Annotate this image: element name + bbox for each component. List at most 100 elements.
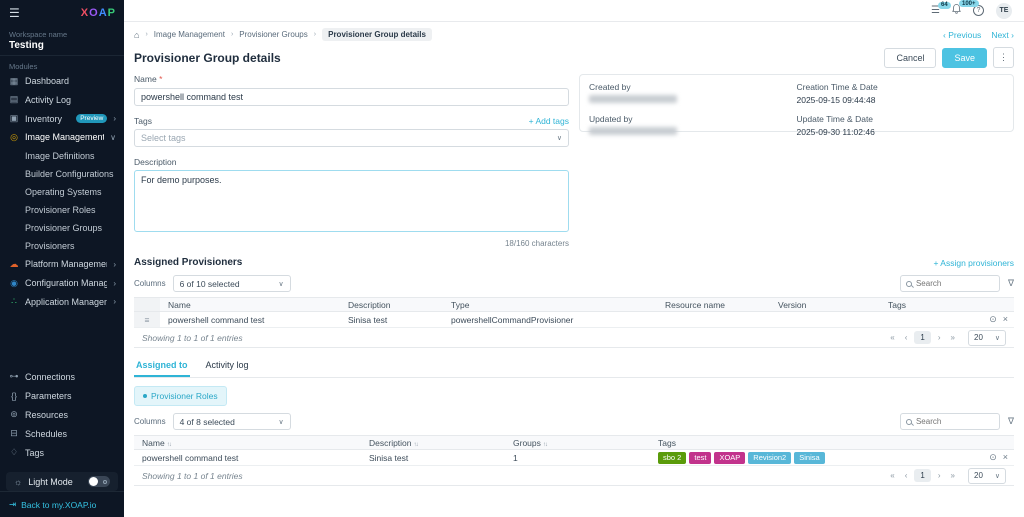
column-header-description[interactable]: Description↑↓: [361, 438, 505, 448]
sidebar-item-platform-management[interactable]: ☁ Platform Management ›: [0, 255, 124, 274]
queue-icon[interactable]: ☰64: [931, 6, 940, 16]
more-options-button[interactable]: ⋮: [993, 47, 1014, 68]
cell-tags: sbo 2 test XOAP Revision2 Sinisa: [650, 452, 989, 464]
prev-page-button[interactable]: ‹: [902, 332, 911, 343]
inventory-icon: ▣: [9, 113, 19, 124]
sidebar-item-builder-configurations[interactable]: Builder Configurations: [0, 165, 124, 183]
sidebar-item-provisioner-groups[interactable]: Provisioner Groups: [0, 219, 124, 237]
view-icon[interactable]: ⊙: [989, 452, 997, 463]
last-page-button[interactable]: »: [948, 332, 958, 343]
filter-icon[interactable]: ∇: [1008, 278, 1014, 289]
sidebar-item-schedules[interactable]: ⊟ Schedules: [0, 424, 124, 443]
provisioner-roles-chip[interactable]: Provisioner Roles: [134, 386, 227, 406]
description-field[interactable]: For demo purposes.: [134, 170, 569, 232]
columns-select[interactable]: 6 of 10 selected ∨: [173, 275, 291, 292]
sidebar-item-image-management[interactable]: ◎ Image Management ∨: [0, 128, 124, 147]
sidebar-tools-group: ⊶ Connections {} Parameters ⊚ Resources …: [0, 367, 124, 462]
sidebar-item-configuration-management[interactable]: ◉ Configuration Management ›: [0, 274, 124, 293]
tag-pill: Revision2: [748, 452, 791, 464]
add-tags-link[interactable]: + Add tags: [529, 116, 569, 126]
previous-link[interactable]: ‹ Previous: [943, 30, 981, 40]
search-input[interactable]: [916, 279, 986, 288]
cell-description: Sinisa test: [361, 453, 505, 463]
drag-handle[interactable]: ≡: [134, 312, 160, 327]
created-by-value-redacted: [589, 95, 677, 103]
sun-icon: ☼: [14, 477, 22, 487]
sidebar-item-connections[interactable]: ⊶ Connections: [0, 367, 124, 386]
column-header-name[interactable]: Name↑↓: [134, 438, 361, 448]
update-time-value: 2025-09-30 11:02:46: [797, 127, 1005, 137]
assign-provisioners-link[interactable]: + Assign provisioners: [933, 258, 1014, 268]
tag-pill: sbo 2: [658, 452, 686, 464]
table-row[interactable]: powershell command test Sinisa test 1 sb…: [134, 450, 1014, 466]
main-area: ☰64 100+ ? TE ☝ ⌂ › Image Management › P…: [124, 0, 1024, 517]
sort-icon[interactable]: ↑↓: [543, 442, 547, 448]
hamburger-menu-icon[interactable]: ☰: [9, 6, 20, 20]
first-page-button[interactable]: «: [887, 470, 897, 481]
sidebar-item-activity-log[interactable]: ▤ Activity Log: [0, 91, 124, 110]
column-header-groups[interactable]: Groups↑↓: [505, 438, 650, 448]
notifications-bell-icon[interactable]: 100+: [952, 4, 961, 17]
view-icon[interactable]: ⊙: [989, 314, 997, 325]
home-icon[interactable]: ⌂: [134, 30, 139, 40]
tags-label: Tags: [134, 116, 152, 126]
next-page-button[interactable]: ›: [935, 332, 944, 343]
light-mode-toggle[interactable]: [88, 476, 110, 487]
column-header-name[interactable]: Name: [160, 300, 340, 310]
sidebar-item-dashboard[interactable]: ▦ Dashboard: [0, 72, 124, 91]
column-header-tags[interactable]: Tags: [880, 300, 989, 310]
cell-type: powershellCommandProvisioner: [443, 315, 657, 325]
user-avatar[interactable]: TE: [996, 3, 1012, 19]
remove-icon[interactable]: ×: [1003, 452, 1008, 463]
remove-icon[interactable]: ×: [1003, 314, 1008, 325]
sort-icon[interactable]: ↑↓: [167, 442, 171, 448]
preview-badge: Preview: [76, 114, 107, 123]
current-page[interactable]: 1: [914, 469, 930, 482]
sidebar-item-tags[interactable]: ♢ Tags: [0, 443, 124, 462]
tags-select[interactable]: Select tags ∨: [134, 129, 569, 147]
back-to-xoap-link[interactable]: ⇥ Back to my.XOAP.io: [0, 491, 124, 517]
prev-page-button[interactable]: ‹: [902, 470, 911, 481]
columns-selected-value: 4 of 8 selected: [180, 417, 235, 427]
provisioners-table-footer: Showing 1 to 1 of 1 entries « ‹ 1 › » 20…: [134, 328, 1014, 348]
breadcrumb-image-management[interactable]: Image Management: [154, 30, 225, 39]
tab-activity-log[interactable]: Activity log: [204, 356, 251, 377]
first-page-button[interactable]: «: [887, 332, 897, 343]
next-link[interactable]: Next ›: [991, 30, 1014, 40]
sidebar-item-provisioner-roles[interactable]: Provisioner Roles: [0, 201, 124, 219]
column-header-version[interactable]: Version: [770, 300, 880, 310]
cancel-button[interactable]: Cancel: [884, 48, 936, 68]
column-header-tags[interactable]: Tags: [650, 438, 684, 448]
column-header-description[interactable]: Description: [340, 300, 443, 310]
provisioners-table-toolbar: Columns 6 of 10 selected ∨ ∇: [134, 275, 1014, 292]
columns-select[interactable]: 4 of 8 selected ∨: [173, 413, 291, 430]
sidebar-item-provisioners[interactable]: Provisioners: [0, 237, 124, 255]
sidebar-item-application-management[interactable]: ∴ Application Management ›: [0, 292, 124, 311]
column-header-resource-name[interactable]: Resource name: [657, 300, 770, 310]
sidebar-item-resources[interactable]: ⊚ Resources: [0, 405, 124, 424]
chevron-down-icon: ∨: [278, 280, 283, 288]
logo-letter: P: [108, 7, 116, 19]
last-page-button[interactable]: »: [948, 470, 958, 481]
tab-assigned-to[interactable]: Assigned to: [134, 356, 190, 377]
sort-icon[interactable]: ↑↓: [414, 442, 418, 448]
breadcrumb-provisioner-groups[interactable]: Provisioner Groups: [239, 30, 307, 39]
table-row[interactable]: ≡ powershell command test Sinisa test po…: [134, 312, 1014, 328]
search-input[interactable]: [916, 417, 986, 426]
page-size-select[interactable]: 20 ∨: [968, 468, 1006, 484]
column-header-type[interactable]: Type: [443, 300, 657, 310]
provisioners-table-header: Name Description Type Resource name Vers…: [134, 298, 1014, 312]
update-time-block: Update Time & Date 2025-09-30 11:02:46: [797, 114, 1005, 137]
tag-pill: test: [689, 452, 711, 464]
sidebar-item-parameters[interactable]: {} Parameters: [0, 386, 124, 405]
current-page[interactable]: 1: [914, 331, 930, 344]
next-page-button[interactable]: ›: [935, 470, 944, 481]
sidebar-item-operating-systems[interactable]: Operating Systems: [0, 183, 124, 201]
page-size-select[interactable]: 20 ∨: [968, 330, 1006, 346]
filter-icon[interactable]: ∇: [1008, 416, 1014, 427]
sidebar-item-image-definitions[interactable]: Image Definitions: [0, 146, 124, 164]
save-button[interactable]: Save: [942, 48, 987, 68]
name-field[interactable]: [134, 88, 569, 106]
sidebar-item-inventory[interactable]: ▣ Inventory Preview ›: [0, 109, 124, 128]
resources-icon: ⊚: [9, 409, 19, 420]
